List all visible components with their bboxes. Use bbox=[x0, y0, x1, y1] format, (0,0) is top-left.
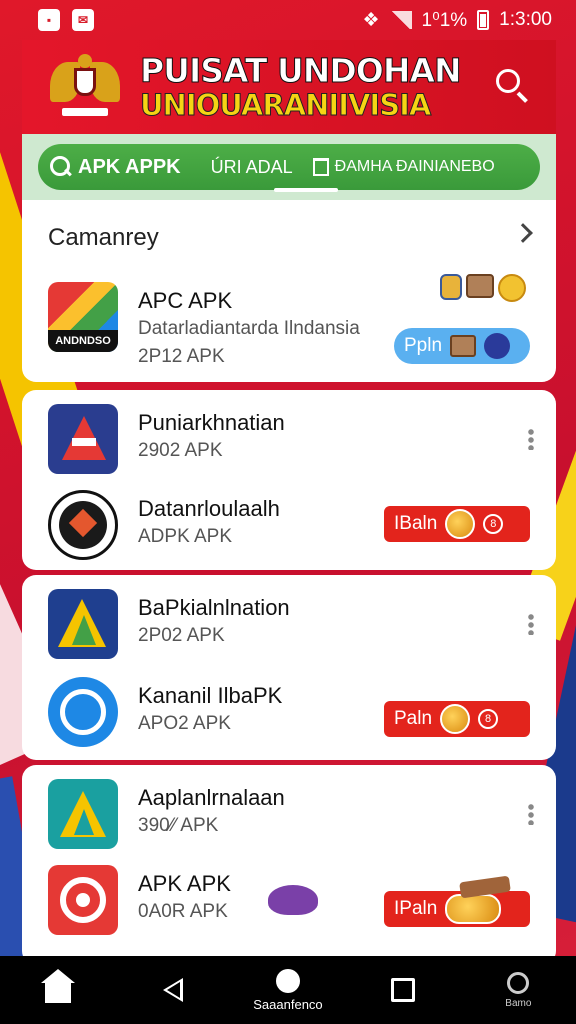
coin-icon bbox=[440, 704, 471, 734]
count-badge: 8 bbox=[478, 709, 499, 729]
more-options-icon[interactable] bbox=[528, 803, 534, 825]
status-bar: ▪ ✉ ❖ 1⁰1% 1:3:00 bbox=[0, 0, 576, 40]
app-list-card: BaPkialnlnation 2P02 APK Kananil IlbaPK … bbox=[22, 575, 556, 760]
app-description: Datarladiantarda Ilndansia bbox=[138, 318, 360, 339]
list-item[interactable]: Kananil IlbaPK APO2 APK Paln 8 bbox=[22, 673, 556, 753]
app-name: APK APK bbox=[138, 871, 231, 896]
app-icon bbox=[48, 589, 118, 659]
recents-icon bbox=[391, 978, 416, 1002]
gift-icon bbox=[440, 274, 462, 300]
app-version: 390⁄⁄ APK bbox=[138, 815, 219, 836]
nav-home[interactable] bbox=[18, 960, 98, 1020]
tab-uri-adal[interactable]: ÚRI ADAL bbox=[211, 157, 293, 178]
app-name: APC APK bbox=[138, 288, 233, 313]
app-list-card: Aaplanlrnalaan 390⁄⁄ APK APK APK 0A0R AP… bbox=[22, 765, 556, 965]
coin-icon bbox=[498, 274, 526, 302]
home-icon bbox=[40, 969, 75, 1003]
app-name: Kananil IlbaPK bbox=[138, 683, 283, 708]
install-button[interactable]: Paln 8 bbox=[384, 701, 530, 737]
list-item[interactable]: Aaplanlrnalaan 390⁄⁄ APK bbox=[22, 775, 556, 855]
page-title: PUISAT UNDOHAN bbox=[140, 51, 463, 90]
page-subtitle: UNIOUARANIIVISIA bbox=[140, 88, 432, 122]
tab-label: ÚRI ADAL bbox=[210, 156, 293, 177]
search-icon bbox=[50, 156, 72, 178]
app-name: Puniarkhnatian bbox=[138, 410, 285, 435]
notification-icon: ✉ bbox=[72, 9, 94, 31]
coin-icon bbox=[445, 509, 476, 539]
dragon-sticker-icon bbox=[268, 885, 318, 915]
count-badge: 8 bbox=[483, 514, 504, 534]
more-options-icon[interactable] bbox=[528, 613, 534, 635]
app-version: APO2 APK bbox=[138, 713, 231, 734]
app-version: 0A0R APK bbox=[138, 901, 228, 922]
chest-icon bbox=[466, 274, 494, 298]
install-button[interactable]: IBaln 8 bbox=[384, 506, 530, 542]
chest-icon bbox=[450, 335, 477, 357]
app-version: ADPK APK bbox=[138, 526, 232, 547]
more-options-icon[interactable] bbox=[528, 428, 534, 450]
button-label: Ppln bbox=[404, 335, 443, 356]
tab-label: ĐAMHA ĐAINIANEBO bbox=[334, 158, 495, 175]
app-version: 2902 APK bbox=[138, 440, 223, 461]
chevron-right-icon[interactable] bbox=[513, 223, 533, 243]
list-item[interactable]: Puniarkhnatian 2902 APK bbox=[22, 400, 556, 480]
app-icon bbox=[48, 779, 118, 849]
battery-percent: 1⁰1% bbox=[421, 9, 468, 31]
tab-bar: APK APPK ÚRI ADAL ĐAMHA ĐAINIANEBO bbox=[22, 134, 556, 200]
app-version: 2P02 APK bbox=[138, 625, 225, 646]
apple-icon bbox=[275, 968, 300, 993]
battery-icon bbox=[477, 10, 490, 30]
trash-icon bbox=[312, 158, 329, 176]
list-item[interactable]: Datanrloulaalh ADPK APK IBaln 8 bbox=[22, 486, 556, 566]
garuda-emblem-logo bbox=[50, 52, 120, 122]
nav-game[interactable]: Bamo bbox=[478, 960, 558, 1020]
search-button[interactable] bbox=[490, 65, 534, 109]
back-icon bbox=[162, 978, 183, 1002]
app-version: 2P12 APK bbox=[138, 346, 225, 367]
bottom-navigation: Saaanfenco Bamo bbox=[0, 956, 576, 1024]
app-icon bbox=[48, 490, 118, 560]
featured-card: Camanrey ANDNDSO APC APK Datarladiantard… bbox=[22, 200, 556, 382]
install-button[interactable]: Ppln bbox=[394, 328, 530, 364]
list-item[interactable]: BaPkialnlnation 2P02 APK bbox=[22, 585, 556, 665]
notification-icon: ▪ bbox=[38, 9, 60, 31]
tab-damha[interactable]: ĐAMHA ĐAINIANEBO bbox=[312, 158, 495, 176]
app-icon bbox=[48, 404, 118, 474]
app-header: PUISAT UNDOHAN UNIOUARANIIVISIA bbox=[22, 40, 556, 134]
badge-icon bbox=[484, 333, 511, 359]
tab-apk[interactable]: APK APPK bbox=[50, 156, 181, 179]
app-list-card: Puniarkhnatian 2902 APK Datanrloulaalh A… bbox=[22, 390, 556, 570]
install-button[interactable]: IPaln bbox=[384, 891, 530, 927]
nav-recents[interactable] bbox=[363, 960, 443, 1020]
section-title: Camanrey bbox=[48, 224, 159, 251]
tab-label: APK APPK bbox=[78, 155, 181, 178]
search-icon bbox=[496, 69, 520, 93]
active-tab-indicator bbox=[274, 188, 338, 192]
app-icon bbox=[48, 865, 118, 935]
app-icon bbox=[48, 677, 118, 747]
clock: 1:3:00 bbox=[499, 9, 552, 30]
nav-back[interactable] bbox=[133, 960, 213, 1020]
game-icon bbox=[507, 971, 530, 994]
nav-center[interactable]: Saaanfenco bbox=[248, 960, 328, 1020]
app-name: BaPkialnlnation bbox=[138, 595, 290, 620]
coin-icon bbox=[445, 894, 502, 924]
vibrate-icon: ❖ bbox=[362, 9, 380, 31]
nav-label: Saaanfenco bbox=[253, 996, 323, 1012]
reward-icons bbox=[440, 274, 526, 302]
app-name: Datanrloulaalh bbox=[138, 496, 280, 521]
app-name: Aaplanlrnalaan bbox=[138, 785, 285, 810]
button-label: IPaln bbox=[394, 898, 438, 919]
app-icon: ANDNDSO bbox=[48, 282, 118, 352]
signal-icon bbox=[389, 11, 412, 29]
nav-label: Bamo bbox=[505, 997, 532, 1009]
button-label: Paln bbox=[394, 708, 433, 729]
button-label: IBaln bbox=[394, 513, 438, 534]
